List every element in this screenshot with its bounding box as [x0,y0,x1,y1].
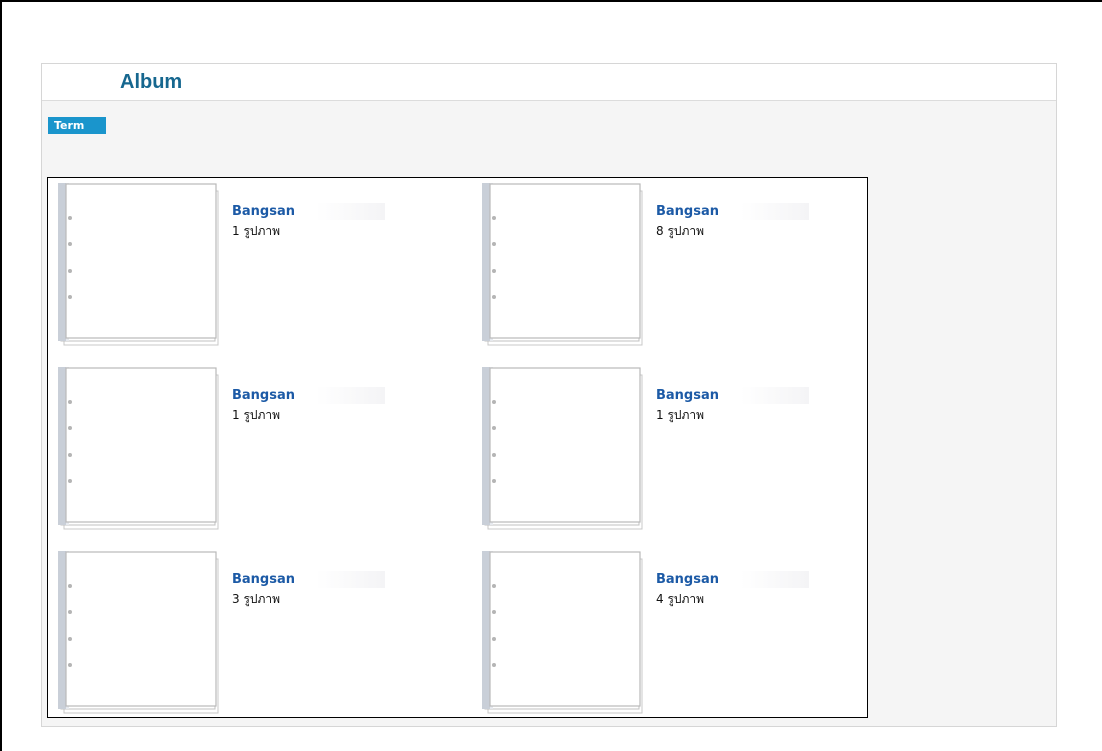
album-thumb[interactable] [58,551,220,715]
tab-term[interactable]: Term [48,117,106,134]
album-info: Bangsan 1 รูปภาพ [232,384,432,423]
album-name-link[interactable]: Bangsan [232,203,386,220]
album-name-link[interactable]: Bangsan [656,203,810,220]
album-panel: Album Term Bangsan 1 รูปภาพ Bangsan 8 รู… [41,63,1057,727]
album-thumb[interactable] [482,367,644,531]
album-info: Bangsan 3 รูปภาพ [232,568,432,607]
album-name-link[interactable]: Bangsan [656,571,810,588]
binder-album-icon [58,367,219,530]
album-info: Bangsan 1 รูปภาพ [656,384,856,423]
album-photo-count: 8 รูปภาพ [656,224,705,238]
album-info: Bangsan 8 รูปภาพ [656,200,856,239]
album-photo-count: 1 รูปภาพ [232,224,281,238]
album-card: Bangsan 8 รูปภาพ [472,178,872,348]
album-photo-count: 4 รูปภาพ [656,592,705,606]
album-card: Bangsan 4 รูปภาพ [472,546,872,716]
album-card: Bangsan 1 รูปภาพ [48,178,448,348]
album-card: Bangsan 3 รูปภาพ [48,546,448,716]
album-thumb[interactable] [482,551,644,715]
album-grid: Bangsan 1 รูปภาพ Bangsan 8 รูปภาพ Bangsa… [47,177,868,718]
album-info: Bangsan 1 รูปภาพ [232,200,432,239]
binder-album-icon [482,183,643,346]
album-card: Bangsan 1 รูปภาพ [472,362,872,532]
binder-album-icon [482,551,643,714]
album-card: Bangsan 1 รูปภาพ [48,362,448,532]
page-title: Album [120,71,183,93]
binder-album-icon [58,183,219,346]
album-photo-count: 1 รูปภาพ [656,408,705,422]
album-name-link[interactable]: Bangsan [232,387,386,404]
album-photo-count: 1 รูปภาพ [232,408,281,422]
panel-header: Album [42,64,1056,101]
binder-album-icon [58,551,219,714]
album-info: Bangsan 4 รูปภาพ [656,568,856,607]
album-photo-count: 3 รูปภาพ [232,592,281,606]
album-thumb[interactable] [58,367,220,531]
binder-album-icon [482,367,643,530]
album-name-link[interactable]: Bangsan [232,571,386,588]
album-name-link[interactable]: Bangsan [656,387,810,404]
album-thumb[interactable] [482,183,644,347]
album-thumb[interactable] [58,183,220,347]
